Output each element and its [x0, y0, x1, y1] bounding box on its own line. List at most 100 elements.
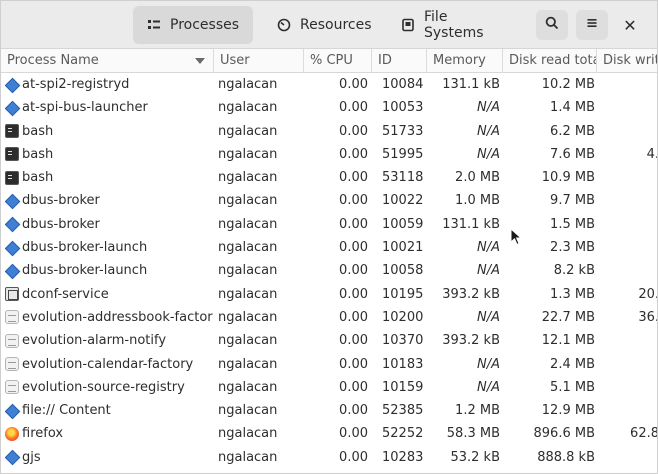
cell-disk-write: 36. — [638, 309, 657, 325]
process-name-text: evolution-calendar-factory — [22, 356, 194, 372]
column-header-id[interactable]: ID — [372, 49, 427, 73]
tab-file-systems[interactable]: File Systems — [387, 6, 517, 44]
tab-processes[interactable]: Processes — [133, 6, 253, 44]
process-name-text: evolution-addressbook-factory — [22, 309, 213, 325]
cell-disk-write — [599, 259, 657, 282]
cell-disk-write — [599, 376, 657, 399]
cell-disk-write — [599, 329, 657, 352]
process-diamond-icon — [5, 194, 19, 208]
table-row[interactable]: firefox ngalacan 0.00 52252 58.3 MB 896.6 MB 6… — [1, 422, 657, 445]
header-bar: Processes Resources File Systems ✕ — [1, 1, 657, 49]
table-row[interactable]: bash ngalacan 0.00 53118 2.0 MB 10.9 MB — [1, 166, 657, 189]
process-firefox-icon — [5, 426, 19, 441]
search-icon — [545, 16, 559, 34]
table-row[interactable]: at-spi-bus-launcher ngalacan 0.00 10053 N/A 1… — [1, 96, 657, 119]
cell-cpu: 0.00 — [339, 146, 368, 162]
table-row[interactable]: evolution-calendar-factory ngalacan 0.00 10… — [1, 353, 657, 376]
table-header: Process Name User % CPU ID Memory Disk r… — [1, 49, 657, 73]
table-row[interactable]: dbus-broker-launch ngalacan 0.00 10021 N/A 2.… — [1, 236, 657, 259]
column-header-disk-read[interactable]: Disk read total — [503, 49, 597, 73]
table-row[interactable]: dbus-broker-launch ngalacan 0.00 10058 N/A 8.… — [1, 259, 657, 282]
cell-cpu: 0.00 — [339, 193, 368, 209]
cell-memory: 1.0 MB — [455, 193, 500, 209]
cell-cpu: 0.00 — [339, 77, 368, 92]
cell-memory: N/A — [477, 309, 500, 325]
cell-process-name: file:// Content — [5, 399, 213, 422]
cell-disk-read: 9.7 MB — [550, 193, 595, 209]
cell-user: ngalacan — [218, 170, 278, 186]
column-header-label: Disk write total — [603, 53, 657, 68]
cell-disk-read: 7.6 MB — [550, 146, 595, 162]
cell-process-name: at-spi2-registryd — [5, 73, 213, 96]
drive-icon — [401, 18, 415, 32]
process-name-text: bash — [22, 170, 54, 186]
cell-disk-read: 22.7 MB — [541, 309, 595, 325]
table-row[interactable]: evolution-addressbook-factory ngalacan 0.0… — [1, 306, 657, 329]
cell-process-name: bash — [5, 143, 213, 166]
process-dconf-icon — [5, 287, 19, 302]
process-terminal-icon — [5, 170, 19, 185]
process-name-text: bash — [22, 123, 54, 139]
process-name-text: evolution-alarm-notify — [22, 333, 167, 349]
sort-descending-icon — [195, 58, 205, 64]
table-row[interactable]: bashngalacan0.0051995N/A7.6 MB4. — [1, 143, 657, 166]
table-row[interactable]: evolution-alarm-notify ngalacan 0.00 10370 3… — [1, 329, 657, 352]
cell-process-name: at-spi-bus-launcher — [5, 96, 213, 119]
column-header-label: ID — [378, 53, 392, 68]
cell-disk-read: 10.2 MB — [541, 77, 595, 92]
table-row[interactable]: dconf-service ngalacan 0.00 10195 393.2 kB 1.… — [1, 283, 657, 306]
cell-user: ngalacan — [218, 356, 278, 372]
column-header-user[interactable]: User — [214, 49, 304, 73]
column-header-process-name[interactable]: Process Name — [1, 49, 214, 73]
cell-process-name: dbus-broker-launch — [5, 236, 213, 259]
table-row[interactable]: at-spi2-registryd ngalacan 0.00 10084 131.1 … — [1, 73, 657, 96]
cell-disk-write: 4. — [646, 146, 657, 162]
cell-user: ngalacan — [218, 403, 278, 419]
column-header-cpu[interactable]: % CPU — [304, 49, 372, 73]
cell-process-name: evolution-source-registry — [5, 376, 213, 399]
cell-process-name: bash — [5, 120, 213, 143]
cell-disk-write — [599, 446, 657, 469]
cell-cpu: 0.00 — [339, 426, 368, 442]
table-row[interactable]: bash ngalacan 0.00 51733 N/A 6.2 MB — [1, 120, 657, 143]
cell-user: ngalacan — [218, 123, 278, 139]
process-terminal-icon — [5, 124, 19, 139]
column-header-disk-write[interactable]: Disk write total — [597, 49, 657, 73]
cell-user: ngalacan — [218, 263, 278, 279]
cell-disk-read: 1.4 MB — [550, 100, 595, 116]
cell-disk-write — [599, 189, 657, 212]
cell-process-name: evolution-calendar-factory — [5, 353, 213, 376]
cell-cpu: 0.00 — [339, 449, 368, 465]
cell-process-name: dbus-broker — [5, 213, 213, 236]
cell-disk-write — [599, 96, 657, 119]
column-header-label: Process Name — [7, 53, 99, 68]
cell-memory: N/A — [477, 123, 500, 139]
cell-user: ngalacan — [218, 100, 278, 116]
cell-disk-read: 896.6 MB — [533, 426, 595, 442]
process-name-text: file:// Content — [22, 403, 111, 419]
cell-cpu: 0.00 — [339, 403, 368, 419]
cell-cpu: 0.00 — [339, 123, 368, 139]
table-row[interactable]: evolution-source-registry ngalacan 0.00 101… — [1, 376, 657, 399]
column-header-memory[interactable]: Memory — [427, 49, 503, 73]
tab-resources[interactable]: Resources — [263, 6, 377, 44]
cell-user: ngalacan — [218, 426, 278, 442]
table-row[interactable]: file:// Content ngalacan 0.00 52385 1.2 MB 12… — [1, 399, 657, 422]
table-row[interactable]: gjs ngalacan 0.00 10283 53.2 kB 888.8 kB — [1, 446, 657, 469]
cell-cpu: 0.00 — [339, 240, 368, 256]
cell-memory: 58.3 MB — [446, 426, 500, 442]
cell-process-name: dbus-broker — [5, 189, 213, 212]
process-name-text: bash — [22, 146, 54, 162]
process-diamond-icon — [5, 241, 19, 255]
table-row[interactable]: dbus-broker ngalacan 0.00 10022 1.0 MB 9.7 MB — [1, 189, 657, 212]
cell-process-name: gjs — [5, 446, 213, 469]
column-header-label: User — [220, 53, 250, 68]
search-button[interactable] — [536, 10, 568, 40]
process-name-text: evolution-source-registry — [22, 379, 185, 395]
close-button[interactable]: ✕ — [617, 12, 643, 38]
table-row[interactable]: dbus-broker ngalacan 0.00 10059 131.1 kB 1.5 … — [1, 213, 657, 236]
process-name-text: dbus-broker-launch — [22, 240, 148, 256]
main-menu-button[interactable] — [576, 10, 608, 40]
cell-disk-read: 1.3 MB — [550, 286, 595, 302]
process-diamond-icon — [5, 101, 19, 115]
